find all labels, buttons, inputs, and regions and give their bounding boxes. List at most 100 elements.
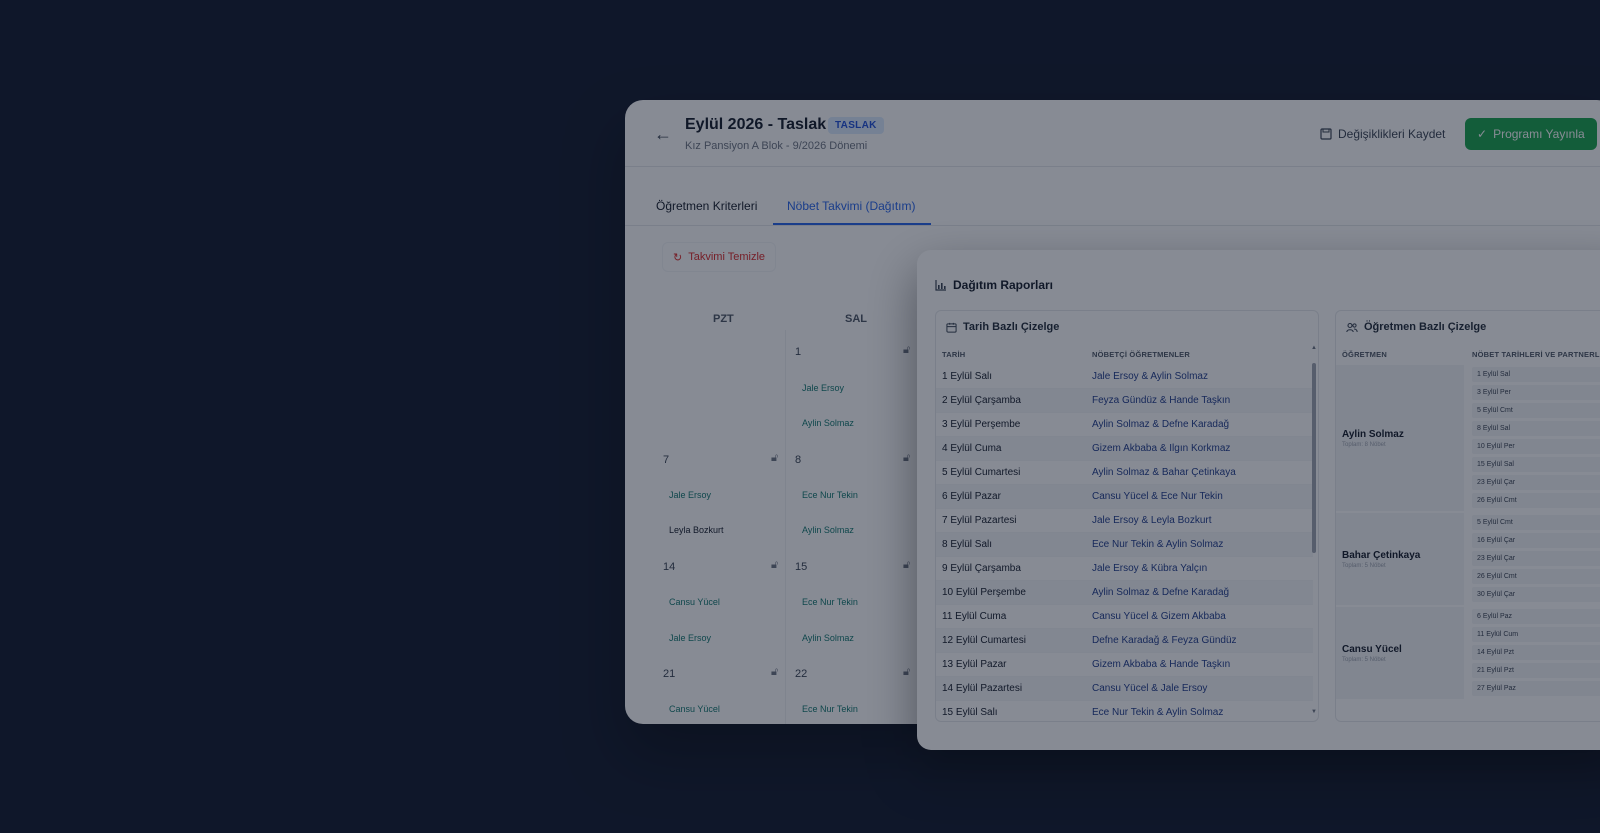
duty-chip[interactable]: Ece Nur Tekin <box>802 597 858 607</box>
teacher-cell: Bahar Çetinkaya Toplam: 5 Nöbet <box>1336 513 1464 605</box>
row-date: 8 Eylül Salı <box>942 539 993 550</box>
row-date: 14 Eylül Pazartesi <box>942 683 1023 694</box>
tab-duty-calendar[interactable]: Nöbet Takvimi (Dağıtım) <box>787 199 915 213</box>
lock-icon[interactable]: 🔓︎ <box>903 344 910 357</box>
row-teachers: Aylin Solmaz & Defne Karadağ <box>1092 587 1230 598</box>
row-date: 10 Eylül Perşembe <box>942 587 1026 598</box>
duty-date-chip: 8 Eylül Sal <box>1472 421 1600 436</box>
column-header-date: TARİH <box>942 350 966 359</box>
column-header-duty-dates: NÖBET TARİHLERİ VE PARTNERLERİ <box>1472 350 1600 359</box>
lock-icon[interactable]: 🔓︎ <box>771 666 778 679</box>
modal-title: Dağıtım Raporları <box>935 278 1053 292</box>
table-row: 15 Eylül Salı Ece Nur Tekin & Aylin Solma… <box>936 701 1313 721</box>
duty-chip[interactable]: Jale Ersoy <box>669 633 711 643</box>
row-date: 3 Eylül Perşembe <box>942 419 1021 430</box>
row-teachers: Jale Ersoy & Kübra Yalçın <box>1092 563 1208 574</box>
teacher-cell: Cansu Yücel Toplam: 5 Nöbet <box>1336 607 1464 699</box>
row-date: 4 Eylül Cuma <box>942 443 1002 454</box>
duty-date-chip: 30 Eylül Çar <box>1472 587 1600 602</box>
lock-icon[interactable]: 🔓︎ <box>771 559 778 572</box>
back-arrow-icon[interactable]: ← <box>651 122 675 146</box>
duty-date-chip: 16 Eylül Çar <box>1472 533 1600 548</box>
table-row: 2 Eylül Çarşamba Feyza Gündüz & Hande Taş… <box>936 389 1313 413</box>
duty-chip[interactable]: Jale Ersoy <box>669 490 711 500</box>
table-row: 7 Eylül Pazartesi Jale Ersoy & Leyla Bozk… <box>936 509 1313 533</box>
row-date: 13 Eylül Pazar <box>942 659 1007 670</box>
duty-date-chip: 23 Eylül Çar <box>1472 551 1600 566</box>
publish-button[interactable]: ✓ Programı Yayınla <box>1465 118 1597 150</box>
duty-chip[interactable]: Aylin Solmaz <box>802 633 854 643</box>
clear-calendar-label: Takvimi Temizle <box>688 251 766 263</box>
duty-chip[interactable]: Cansu Yücel <box>669 704 720 714</box>
table-row: 4 Eylül Cuma Gizem Akbaba & Ilgın Korkmaz <box>936 437 1313 461</box>
teacher-panel-title: Öğretmen Bazlı Çizelge <box>1346 321 1486 333</box>
row-date: 12 Eylül Cumartesi <box>942 635 1026 646</box>
duty-date-chip: 26 Eylül Cmt <box>1472 493 1600 508</box>
row-teachers: Jale Ersoy & Leyla Bozkurt <box>1092 515 1212 526</box>
row-date: 9 Eylül Çarşamba <box>942 563 1021 574</box>
row-teachers: Aylin Solmaz & Bahar Çetinkaya <box>1092 467 1236 478</box>
users-icon <box>1346 322 1358 332</box>
calendar-day-number: 14 <box>663 561 676 573</box>
scroll-up-icon[interactable]: ▲ <box>1311 345 1317 351</box>
date-panel-title: Tarih Bazlı Çizelge <box>946 321 1059 333</box>
duty-chip[interactable]: Jale Ersoy <box>802 383 844 393</box>
teacher-total: Toplam: 5 Nöbet <box>1342 657 1386 663</box>
row-teachers: Defne Karadağ & Feyza Gündüz <box>1092 635 1237 646</box>
calendar-day-number: 1 <box>795 346 802 358</box>
row-teachers: Jale Ersoy & Aylin Solmaz <box>1092 371 1208 382</box>
table-row: 13 Eylül Pazar Gizem Akbaba & Hande Taşkı… <box>936 653 1313 677</box>
row-teachers: Cansu Yücel & Ece Nur Tekin <box>1092 491 1223 502</box>
duty-chip[interactable]: Aylin Solmaz <box>802 418 854 428</box>
modal-title-text: Dağıtım Raporları <box>953 278 1054 292</box>
duty-date-chip: 5 Eylül Cmt <box>1472 403 1600 418</box>
clear-calendar-button[interactable]: ↻ Takvimi Temizle <box>662 242 777 272</box>
duty-date-chip: 14 Eylül Pzt <box>1472 645 1600 660</box>
table-row: 9 Eylül Çarşamba Jale Ersoy & Kübra Yalçı… <box>936 557 1313 581</box>
row-date: 15 Eylül Salı <box>942 707 998 718</box>
calendar-day-number: 8 <box>795 454 802 466</box>
calendar-header-tue: SAL <box>845 313 867 325</box>
row-date: 7 Eylül Pazartesi <box>942 515 1017 526</box>
row-teachers: Ece Nur Tekin & Aylin Solmaz <box>1092 707 1224 718</box>
distribution-reports-modal: Dağıtım Raporları Tarih Bazlı Çizelge TA… <box>917 250 1600 750</box>
lock-icon[interactable]: 🔓︎ <box>771 452 778 465</box>
duty-chip[interactable]: Ece Nur Tekin <box>802 490 858 500</box>
lock-icon[interactable]: 🔓︎ <box>903 666 910 679</box>
duty-date-chip: 21 Eylül Pzt <box>1472 663 1600 678</box>
status-badge: TASLAK <box>828 117 884 134</box>
save-changes-button[interactable]: Değişiklikleri Kaydet <box>1310 120 1456 148</box>
duty-chip[interactable]: Ece Nur Tekin <box>802 704 858 714</box>
duty-chip[interactable]: Aylin Solmaz <box>802 525 854 535</box>
calendar-column-divider <box>785 330 786 724</box>
teacher-total: Toplam: 8 Nöbet <box>1342 442 1386 448</box>
row-teachers: Cansu Yücel & Jale Ersoy <box>1092 683 1208 694</box>
table-row: 8 Eylül Salı Ece Nur Tekin & Aylin Solmaz <box>936 533 1313 557</box>
teacher-cell: Aylin Solmaz Toplam: 8 Nöbet <box>1336 365 1464 511</box>
duty-chip[interactable]: Cansu Yücel <box>669 597 720 607</box>
row-teachers: Aylin Solmaz & Defne Karadağ <box>1092 419 1230 430</box>
calendar-day-number: 7 <box>663 454 670 466</box>
tab-teacher-criteria[interactable]: Öğretmen Kriterleri <box>656 199 757 213</box>
duty-date-chip: 15 Eylül Sal <box>1472 457 1600 472</box>
teacher-based-schedule-panel: Öğretmen Bazlı Çizelge ÖĞRETMEN NÖBET TA… <box>1335 310 1600 722</box>
scrollbar-thumb[interactable] <box>1312 363 1316 553</box>
lock-icon[interactable]: 🔓︎ <box>903 559 910 572</box>
teacher-name: Cansu Yücel <box>1342 644 1402 655</box>
row-teachers: Gizem Akbaba & Ilgın Korkmaz <box>1092 443 1231 454</box>
table-row: 11 Eylül Cuma Cansu Yücel & Gizem Akbaba <box>936 605 1313 629</box>
row-date: 2 Eylül Çarşamba <box>942 395 1021 406</box>
table-row: 6 Eylül Pazar Cansu Yücel & Ece Nur Tekin <box>936 485 1313 509</box>
duty-chip[interactable]: Leyla Bozkurt <box>669 525 724 535</box>
duty-date-chip: 3 Eylül Per <box>1472 385 1600 400</box>
row-date: 5 Eylül Cumartesi <box>942 467 1021 478</box>
bar-chart-icon <box>935 280 946 291</box>
teacher-name: Bahar Çetinkaya <box>1342 550 1421 561</box>
tabs-divider <box>625 225 1600 226</box>
table-row: 3 Eylül Perşembe Aylin Solmaz & Defne Kar… <box>936 413 1313 437</box>
lock-icon[interactable]: 🔓︎ <box>903 452 910 465</box>
table-row: 1 Eylül Salı Jale Ersoy & Aylin Solmaz <box>936 365 1313 389</box>
duty-date-chip: 26 Eylül Cmt <box>1472 569 1600 584</box>
scroll-down-icon[interactable]: ▼ <box>1311 709 1317 715</box>
duty-date-chip: 23 Eylül Çar <box>1472 475 1600 490</box>
